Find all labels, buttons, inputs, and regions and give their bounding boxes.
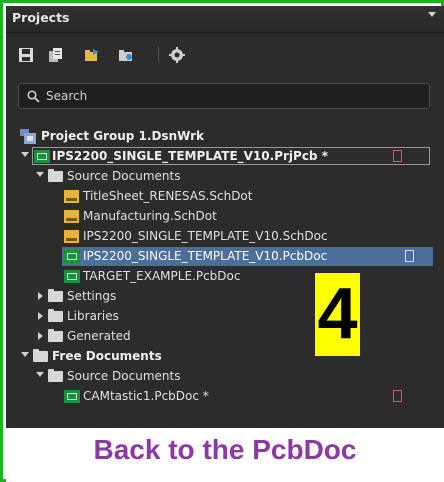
copy-icon[interactable] (48, 47, 64, 63)
folder-icon (33, 349, 48, 362)
folder-icon (48, 329, 63, 342)
tree-item-label: Generated (67, 329, 131, 343)
tree-item-free-documents[interactable]: Free Documents (6, 347, 444, 366)
tree-item-label: CAMtastic1.PcbDoc * (83, 389, 209, 403)
tree-item-label: Project Group 1.DsnWrk (41, 129, 205, 143)
expand-chevron-down-icon[interactable] (36, 172, 44, 177)
tutorial-frame: Projects Search Project Group 1.DsnWrk I… (0, 0, 444, 482)
tree-item-document[interactable]: TARGET_EXAMPLE.PcbDoc (6, 267, 444, 286)
caption-text: Back to the PcbDoc (93, 434, 357, 465)
document-status-icon (405, 250, 414, 262)
panel-toolbar (6, 33, 444, 77)
tree-item-label: TitleSheet_RENESAS.SchDot (83, 189, 253, 203)
panel-title: Projects (12, 10, 70, 25)
tree-item-label: Manufacturing.SchDot (83, 209, 217, 223)
expand-chevron-right-icon[interactable] (38, 332, 43, 340)
pcb-doc-icon (64, 250, 80, 263)
caption-banner: Back to the PcbDoc (6, 428, 444, 482)
gear-icon[interactable] (169, 47, 185, 63)
search-input[interactable]: Search (18, 83, 430, 109)
tree-item-label: Source Documents (67, 169, 181, 183)
modified-document-icon (393, 150, 402, 162)
tree-item-label: TARGET_EXAMPLE.PcbDoc (83, 269, 241, 283)
tree-item-document[interactable]: Manufacturing.SchDot (6, 207, 444, 226)
expand-chevron-right-icon[interactable] (38, 312, 43, 320)
folder-icon (48, 289, 63, 302)
tree-item-generated[interactable]: Generated (6, 327, 444, 346)
tree-item-label: IPS2200_SINGLE_TEMPLATE_V10.PcbDoc (83, 249, 328, 263)
folder-icon (48, 309, 63, 322)
expand-chevron-right-icon[interactable] (38, 292, 43, 300)
tree-item-label: Settings (67, 289, 117, 303)
expand-chevron-down-icon[interactable] (21, 352, 29, 357)
tree-item-project[interactable]: IPS2200_SINGLE_TEMPLATE_V10.PrjPcb * (6, 147, 444, 166)
panel-titlebar: Projects (6, 6, 444, 33)
schematic-doc-icon (64, 190, 79, 203)
project-tree: Project Group 1.DsnWrk IPS2200_SINGLE_TE… (6, 124, 444, 424)
expand-chevron-down-icon[interactable] (36, 372, 44, 377)
tree-item-document[interactable]: TitleSheet_RENESAS.SchDot (6, 187, 444, 206)
tree-item-label: IPS2200_SINGLE_TEMPLATE_V10.SchDoc (83, 229, 328, 243)
schematic-doc-icon (64, 230, 79, 243)
workspace-icon (20, 129, 36, 144)
expand-chevron-down-icon[interactable] (21, 152, 29, 157)
projects-panel: Projects Search Project Group 1.DsnWrk I… (6, 6, 444, 428)
step-number-badge: 4 (315, 273, 360, 356)
tree-item-document[interactable]: IPS2200_SINGLE_TEMPLATE_V10.SchDoc (6, 227, 444, 246)
folder-icon (48, 369, 63, 382)
pcb-doc-icon (64, 270, 80, 283)
tree-item-document-selected[interactable]: IPS2200_SINGLE_TEMPLATE_V10.PcbDoc (6, 247, 444, 266)
tree-item-source-documents[interactable]: Source Documents (6, 167, 444, 186)
search-icon (27, 90, 40, 103)
tree-item-project-group[interactable]: Project Group 1.DsnWrk (6, 127, 444, 146)
pcb-doc-icon (64, 390, 80, 403)
tree-item-label: Source Documents (67, 369, 181, 383)
search-placeholder: Search (46, 89, 88, 103)
modified-document-icon (393, 390, 402, 402)
panel-menu-chevron-down-icon[interactable] (428, 12, 436, 17)
tree-item-settings[interactable]: Settings (6, 287, 444, 306)
tree-item-document[interactable]: CAMtastic1.PcbDoc * (6, 387, 444, 406)
toolbar-separator (158, 47, 159, 63)
tree-item-label: Libraries (67, 309, 119, 323)
pcb-project-icon (34, 150, 50, 163)
folder-icon[interactable] (118, 47, 134, 63)
tree-item-label: Free Documents (52, 349, 162, 363)
tree-item-label: IPS2200_SINGLE_TEMPLATE_V10.PrjPcb * (52, 149, 328, 163)
save-icon[interactable] (18, 47, 34, 63)
schematic-doc-icon (64, 210, 79, 223)
open-project-icon[interactable] (84, 47, 100, 63)
folder-icon (48, 169, 63, 182)
tree-item-free-source-documents[interactable]: Source Documents (6, 367, 444, 386)
step-number: 4 (317, 274, 358, 354)
tree-item-libraries[interactable]: Libraries (6, 307, 444, 326)
